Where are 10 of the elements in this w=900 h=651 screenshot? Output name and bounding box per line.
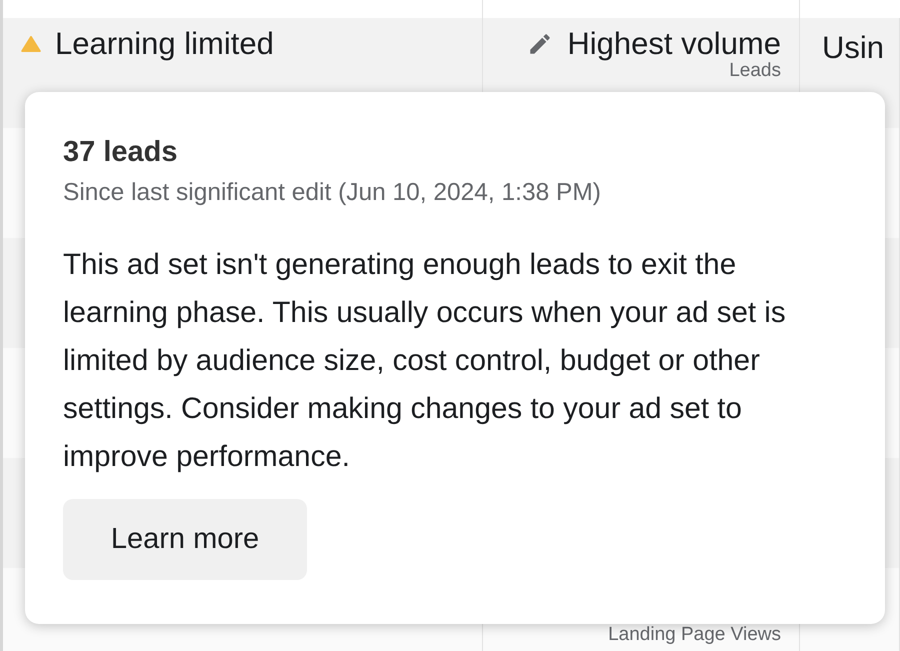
column-header: Usin (822, 30, 886, 66)
tooltip-body: This ad set isn't generating enough leads to exit the learning phase. This usually occurs when your ad set is limited by audience size, cost control, budget or other settings. Consider making changes to your ad set to improve performance. (63, 247, 787, 475)
warning-icon (21, 36, 41, 52)
learn-more-button[interactable]: Learn more (63, 499, 307, 580)
status-label: Learning limited (55, 26, 274, 62)
goal-subtitle: Leads (729, 60, 781, 82)
tooltip-subtitle: Since last significant edit (Jun 10, 2024, 1:38 PM) (63, 179, 602, 207)
goal-subtitle: Landing Page Views (608, 624, 781, 646)
tooltip-title: 37 leads (63, 136, 178, 169)
goal-label: Highest volume (567, 26, 781, 62)
